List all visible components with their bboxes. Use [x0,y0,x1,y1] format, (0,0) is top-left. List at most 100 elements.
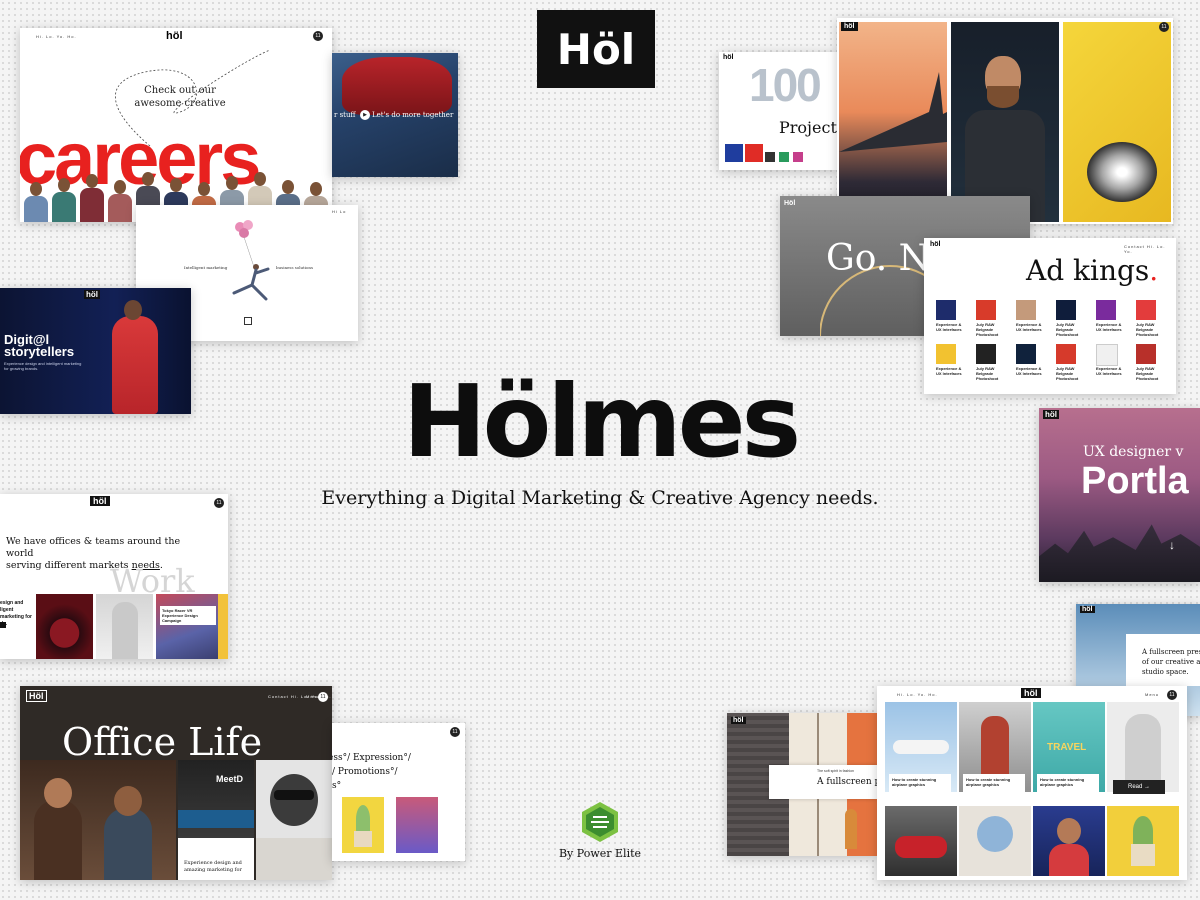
offices-counter[interactable]: 11 [214,498,224,508]
fpr-logo: höl [731,717,746,724]
office-photo-extra [256,838,332,880]
preview-car: r stuff ▶ Let's do more together [332,53,458,177]
fpr-small: The soft spirit in fashion [817,769,854,773]
blog-post-card-1[interactable]: How to create stunning airplane graphics [889,774,951,792]
blog-photo-woman [1033,806,1105,876]
ad-thumb-8[interactable] [976,344,996,364]
preview-blog: Hi. Lo. Yo. Ho. höl Menu 11 TRAVEL How t… [877,686,1187,880]
go-text: Go. N [826,238,931,279]
storytellers-speaker-head [124,300,142,320]
toy-head [977,816,1013,852]
ad-thumb-2[interactable] [976,300,996,320]
blog-post-card-3[interactable]: How to create stunning airplane graphics [1037,774,1099,792]
blog-post-title-1: How to create stunning airplane graphics [892,777,937,787]
blog-post-card-2[interactable]: How to create stunning airplane graphics [963,774,1025,792]
main-tagline: Everything a Digital Marketing & Creativ… [321,487,879,509]
portland-arrow-icon[interactable]: ↓ [1169,538,1175,552]
photo-yellow-car [1063,22,1171,222]
careers-counter[interactable]: 11 [313,31,323,41]
fpr-card: The soft spirit in fashion A fullscreen … [769,765,877,799]
man-1-head [44,778,72,808]
person-4 [108,180,132,222]
ad-thumb-3[interactable] [1016,300,1036,320]
projects-thumb-1 [725,144,743,162]
storytellers-body: Experience design and intelligent market… [4,361,82,371]
power-elite-text: By Power Elite [558,847,642,860]
go-logo: Höl [784,200,796,207]
preview-office-life: Höl Contact Hi. Lo. Yo. Ho. Menu 11 Offi… [20,686,332,880]
person-3 [80,174,104,222]
preview-portland: höl UX designer v Portla ↓ [1039,408,1200,582]
blog-post-title-2: How to create stunning airplane graphics [966,777,1011,787]
fullscreen-card: A fullscreen prese of our creative adv s… [1126,634,1200,686]
ad-label-11: Experience & UX Interfaces [1096,366,1122,376]
ad-label-6: July RAW Belgrade Photoshoot [1136,322,1159,337]
ad-thumb-10[interactable] [1056,344,1076,364]
blog-counter[interactable]: 11 [1167,690,1177,700]
preview-projects: höl 100 Project [719,52,837,170]
offices-caption-text: Tokyo Racer VR Experience Design Campaig… [162,608,198,623]
ad-label-8: July RAW Belgrade Photoshoot [976,366,999,381]
projects-thumb-3 [765,152,775,162]
fullscreen-logo: höl [1080,606,1095,613]
projects-label: Project [779,118,837,137]
offices-logo: höl [90,496,110,506]
preview-triptych: Air Aborspeight™ identity rebranding onl… [837,18,1173,224]
plant-icon [356,805,370,833]
dog-glasses [274,790,314,800]
man-2 [104,808,152,880]
ad-thumb-5[interactable] [1096,300,1116,320]
projects-thumb-5 [793,152,803,162]
ad-label-10: July RAW Belgrade Photoshoot [1056,366,1079,381]
dancer-nav: Hi Lo [332,209,347,214]
office-caption-2: amazing marketing for [184,867,242,873]
blog-menu[interactable]: Menu [1145,692,1159,697]
ad-thumb-1[interactable] [936,300,956,320]
ad-label-1: Experience & UX Interfaces [936,322,962,332]
plane-body [893,740,949,754]
ad-label-12: July RAW Belgrade Photoshoot [1136,366,1159,381]
blog-photo-hoodie [1107,702,1179,792]
blog-post-title-3: How to create stunning airplane graphics [1040,777,1085,787]
ad-thumb-7[interactable] [936,344,956,364]
blog-photo-toy [959,806,1031,876]
blog-read-button[interactable]: Read → [1113,780,1165,794]
speaker-beard [987,86,1019,108]
ad-label-4: July RAW Belgrade Photoshoot [1056,322,1079,337]
offices-caption: Tokyo Racer VR Experience Design Campaig… [160,606,216,625]
projects-number: 100 [749,59,822,111]
expression-counter[interactable]: 11 [450,727,460,737]
projects-logo: höl [723,54,734,61]
careers-logo: höl [166,30,183,42]
adkings-title: Ad kings [1026,254,1150,287]
storytellers-speaker [112,316,158,414]
ad-thumb-11[interactable] [1096,344,1118,366]
expression-line1: ess°/ Expression°/ [332,753,411,763]
portland-logo: höl [1043,410,1059,419]
office-counter[interactable]: 11 [318,692,328,702]
expression-line3: s° [332,781,342,791]
car-right-text: Let's do more together [372,111,454,119]
ad-thumb-9[interactable] [1016,344,1036,364]
preview-expression: 11 ess°/ Expression°/ / Promotions°/ s° [332,723,465,861]
top-logo: Höl [537,10,655,88]
careers-handwriting: Check out our awesome creative [134,85,226,109]
ad-thumb-6[interactable] [1136,300,1156,320]
office-logo: Höl [26,690,47,702]
portland-skyline [1039,524,1200,582]
storytellers-headline-2: storytellers [4,344,75,359]
woman-body [1049,844,1089,876]
fullscreen-line3: studio space. [1142,668,1189,676]
man-1 [34,800,82,880]
person-2 [52,178,76,222]
ad-thumb-4[interactable] [1056,300,1076,320]
ad-label-9: Experience & UX Interfaces [1016,366,1042,376]
triptych-counter[interactable]: 11 [1159,22,1169,32]
woman-head [1057,818,1081,844]
ad-label-5: Experience & UX Interfaces [1096,322,1122,332]
expression-photo-grad [396,797,438,853]
ad-thumb-12[interactable] [1136,344,1156,364]
preview-careers: Hi. Lo. Yo. Ho. höl 11 Check out our awe… [20,28,332,222]
dancer-right-text: business solutions [276,265,314,270]
car-play-button[interactable]: ▶ [360,110,370,120]
